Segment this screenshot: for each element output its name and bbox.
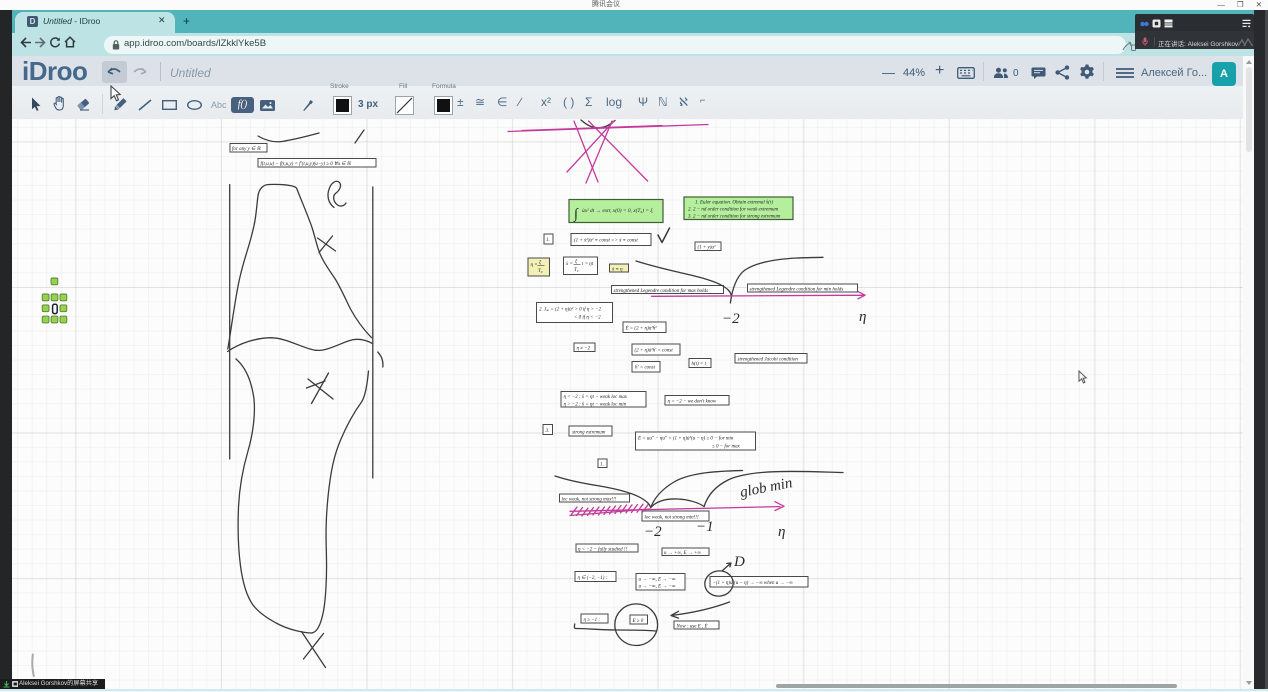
svg-text:2. Jᵤᵤ = (2 + η)u̇² > 0 if η >: 2. Jᵤᵤ = (2 + η)u̇² > 0 if η > −2 [539,307,602,313]
svg-text:ẋ =: ẋ = [565,262,573,267]
svg-text:1. Euler equation. Obtain extr: 1. Euler equation. Obtain extremal x̂(t) [695,201,773,206]
svg-text:η ∈ (−2, −1) :: η ∈ (−2, −1) : [578,575,608,581]
svg-text:u̇x² dt → extr, x(0) = 0, x(T₀: u̇x² dt → extr, x(0) = 0, x(T₀) = ξ [582,207,653,214]
svg-text:η < −2 : x̂ = ηt − weak loc: η < −2 : x̂ = ηt − weak loc max [564,395,628,400]
svg-text:(1 + y)u²: (1 + y)u² [698,245,716,251]
svg-text:< 0 if η < −2: < 0 if η < −2 [574,316,601,321]
svg-text:glob min: glob min [739,475,794,501]
svg-text:u → −∞, E → −∞: u → −∞, E → −∞ [639,578,676,583]
svg-text:u → −∞, E → −∞: u → −∞, E → −∞ [639,585,676,590]
svg-text:1.: 1. [546,238,550,243]
svg-text:2. 2 − nd order condition for: 2. 2 − nd order condition for weak extre… [688,208,778,213]
svg-text:−1: −1 [696,519,714,535]
svg-text:−2: −2 [644,524,662,540]
svg-text:f(t,u,u) − f(t,u,y) = f′(t,u,y: f(t,u,u) − f(t,u,y) = f′(t,u,y)(u−y) ≥ 0… [261,161,352,167]
svg-text:t = ηt: t = ηt [582,262,594,267]
svg-text:loc weak, not strong max!!!: loc weak, not strong max!!! [562,498,617,503]
svg-text:η > −2 : x̂ = ηt − weak loc: η > −2 : x̂ = ηt − weak loc min [564,403,627,408]
svg-text:3. 2 − nd order condition for: 3. 2 − nd order condition for strong ext… [688,215,781,220]
svg-text:3.: 3. [546,429,550,434]
svg-text:η = −2 − we don't know: η = −2 − we don't know [668,400,717,405]
svg-text:ẋ ≡ η: ẋ ≡ η [611,268,623,273]
svg-text:−2: −2 [722,311,740,327]
svg-text:for any y ∈ ℝ: for any y ∈ ℝ [232,146,262,152]
svg-text:strong extremum: strong extremum [572,431,606,436]
svg-text:η ≥ −1 :: η ≥ −1 : [584,618,601,623]
svg-text:Ė = (2 + η)u̇²ḣ²: Ė = (2 + η)u̇²ḣ² [625,326,658,332]
svg-text:strengthened Legendre conditio: strengthened Legendre condition for min … [750,288,844,293]
svg-text:strengthened Legendre conditio: strengthened Legendre condition for max … [614,289,709,294]
svg-text:E = uu″ − ηu″ = (1 + η)u̇²(u −: E = uu″ − ηu″ = (1 + η)u̇²(u − η) ≥ 0 − … [637,436,734,442]
svg-text:E ≥ 0: E ≥ 0 [632,619,644,624]
svg-text:η =: η = [531,263,538,268]
svg-text:(1 + ẋ²)u̇² ≡ const => ẋ ≡: (1 + ẋ²)u̇² ≡ const => ẋ ≡ const [574,238,638,244]
svg-text:ḣ′ = const: ḣ′ = const [635,365,656,371]
svg-text:h(t) = t: h(t) = t [692,362,707,367]
svg-text:strengthened Jacobi condition: strengthened Jacobi condition [738,358,799,363]
svg-text:−(1 + η)u̇²(u − η) → −∞ when u: −(1 + η)u̇²(u − η) → −∞ when u → −∞ [713,580,794,586]
svg-text:(2 + η)u̇²ḣ′ = const: (2 + η)u̇²ḣ′ = const [635,348,674,354]
svg-text:η: η [778,524,785,540]
svg-text:≤ 0 − for max: ≤ 0 − for max [712,445,741,450]
svg-text:T₀: T₀ [574,268,579,273]
svg-text:loc weak, not strong min!!!: loc weak, not strong min!!! [645,516,699,521]
svg-text:η: η [859,309,866,325]
svg-text:u → +∞, E → +∞: u → +∞, E → +∞ [664,551,701,556]
svg-text:η ≠ −2: η ≠ −2 [577,347,591,352]
svg-text:T₀: T₀ [538,269,543,274]
svg-text:D: D [733,554,745,570]
svg-text:Now : use E , Ė: Now : use E , Ė [676,624,708,630]
svg-text:η < −2 − fully studied !!: η < −2 − fully studied !! [578,548,628,553]
svg-text:1.: 1. [600,463,604,468]
